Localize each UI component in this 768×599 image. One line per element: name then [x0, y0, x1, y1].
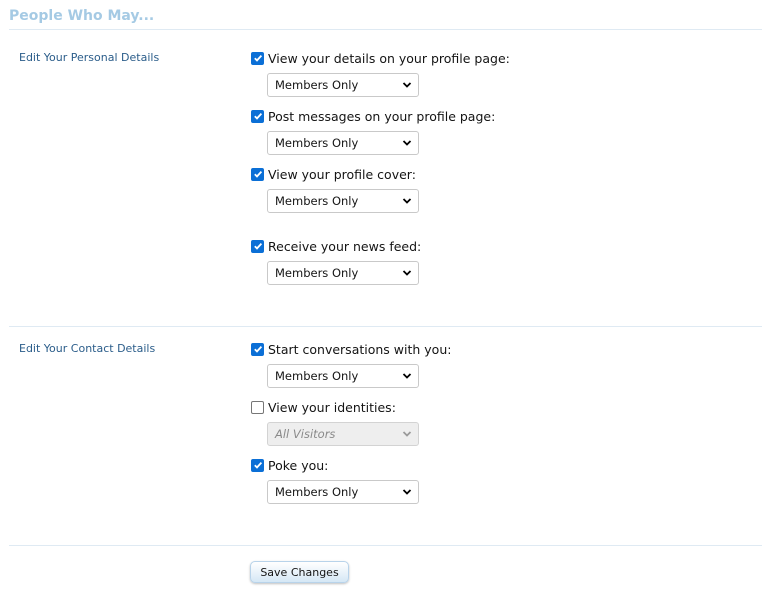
checkbox[interactable]	[251, 109, 264, 123]
option-label: Post messages on your profile page:	[268, 108, 496, 124]
option-label: View your details on your profile page:	[268, 50, 510, 66]
privacy-option: Post messages on your profile page: Memb…	[250, 108, 495, 155]
option-label: View your identities:	[268, 399, 396, 415]
privacy-option: Start conversations with you: Members On…	[250, 341, 451, 388]
checkbox[interactable]	[251, 239, 264, 253]
chevron-down-icon	[402, 489, 412, 495]
checkbox[interactable]	[251, 167, 264, 181]
check-icon	[253, 461, 262, 469]
privacy-select[interactable]: Members Only	[267, 73, 419, 97]
checkbox[interactable]	[251, 400, 264, 414]
chevron-down-icon	[402, 140, 412, 146]
select-value: Members Only	[275, 369, 359, 383]
option-label: Poke you:	[268, 457, 329, 473]
chevron-down-icon	[402, 431, 412, 437]
chevron-down-icon	[402, 373, 412, 379]
check-icon	[253, 170, 262, 178]
checkbox[interactable]	[251, 51, 264, 65]
privacy-select[interactable]: Members Only	[267, 364, 419, 388]
privacy-select[interactable]: Members Only	[267, 261, 419, 285]
select-value: Members Only	[275, 266, 359, 280]
divider	[9, 29, 762, 30]
privacy-select[interactable]: Members Only	[267, 480, 419, 504]
check-icon	[253, 242, 262, 250]
check-icon	[253, 54, 262, 62]
select-value: Members Only	[275, 194, 359, 208]
select-value: Members Only	[275, 136, 359, 150]
save-changes-button[interactable]: Save Changes	[250, 561, 349, 583]
privacy-option: View your profile cover: Members Only	[250, 166, 419, 213]
section-label-personal: Edit Your Personal Details	[19, 51, 160, 64]
privacy-option: View your identities: All Visitors	[250, 399, 419, 446]
privacy-select[interactable]: All Visitors	[267, 422, 419, 446]
checkbox[interactable]	[251, 342, 264, 356]
check-icon	[253, 345, 262, 353]
check-icon	[253, 112, 262, 120]
page-title: People Who May...	[9, 8, 155, 24]
chevron-down-icon	[402, 82, 412, 88]
option-label: Receive your news feed:	[268, 238, 422, 254]
privacy-select[interactable]: Members Only	[267, 189, 419, 213]
select-value: Members Only	[275, 78, 359, 92]
option-label: View your profile cover:	[268, 166, 416, 182]
select-value: Members Only	[275, 485, 359, 499]
privacy-select[interactable]: Members Only	[267, 131, 419, 155]
option-label: Start conversations with you:	[268, 341, 452, 357]
divider	[9, 545, 762, 546]
chevron-down-icon	[402, 198, 412, 204]
divider	[9, 326, 762, 327]
checkbox[interactable]	[251, 458, 264, 472]
privacy-option: View your details on your profile page: …	[250, 50, 510, 97]
section-label-contact: Edit Your Contact Details	[19, 342, 156, 355]
privacy-option: Receive your news feed: Members Only	[250, 238, 421, 285]
privacy-option: Poke you: Members Only	[250, 457, 419, 504]
chevron-down-icon	[402, 270, 412, 276]
select-value: All Visitors	[275, 427, 336, 441]
